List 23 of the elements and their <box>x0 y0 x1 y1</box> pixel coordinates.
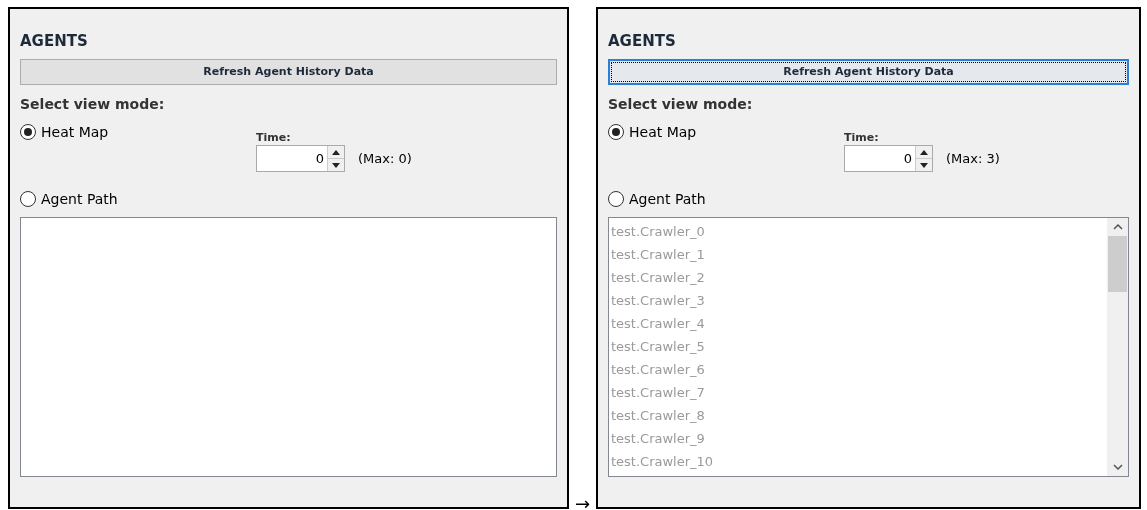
section-label: Select view mode: <box>20 95 166 113</box>
radio-label[interactable]: Heat Map <box>41 123 109 141</box>
radio-button[interactable] <box>20 191 36 207</box>
max-label: (Max: 3) <box>946 149 1000 168</box>
section-title: AGENTS <box>20 31 89 51</box>
refresh-button[interactable]: Refresh Agent History Data <box>608 59 1129 85</box>
radio-label[interactable]: Heat Map <box>629 123 697 141</box>
radio-label[interactable]: Agent Path <box>41 190 118 208</box>
time-spinner[interactable]: 0 <box>844 145 933 172</box>
section-title: AGENTS <box>608 31 677 51</box>
radio-label[interactable]: Agent Path <box>629 190 706 208</box>
refresh-button[interactable]: Refresh Agent History Data <box>20 59 557 85</box>
time-label: Time: <box>256 131 292 145</box>
time-label: Time: <box>844 131 880 145</box>
max-label: (Max: 0) <box>358 149 412 168</box>
section-label: Select view mode: <box>608 95 754 113</box>
scrollbar[interactable] <box>1107 218 1128 476</box>
time-spinner[interactable]: 0 <box>256 145 345 172</box>
radio-button[interactable] <box>608 191 624 207</box>
radio-button[interactable] <box>20 124 36 140</box>
radio-button[interactable] <box>608 124 624 140</box>
arrow-label: → <box>574 495 591 510</box>
scroll-thumb[interactable] <box>1108 236 1127 292</box>
